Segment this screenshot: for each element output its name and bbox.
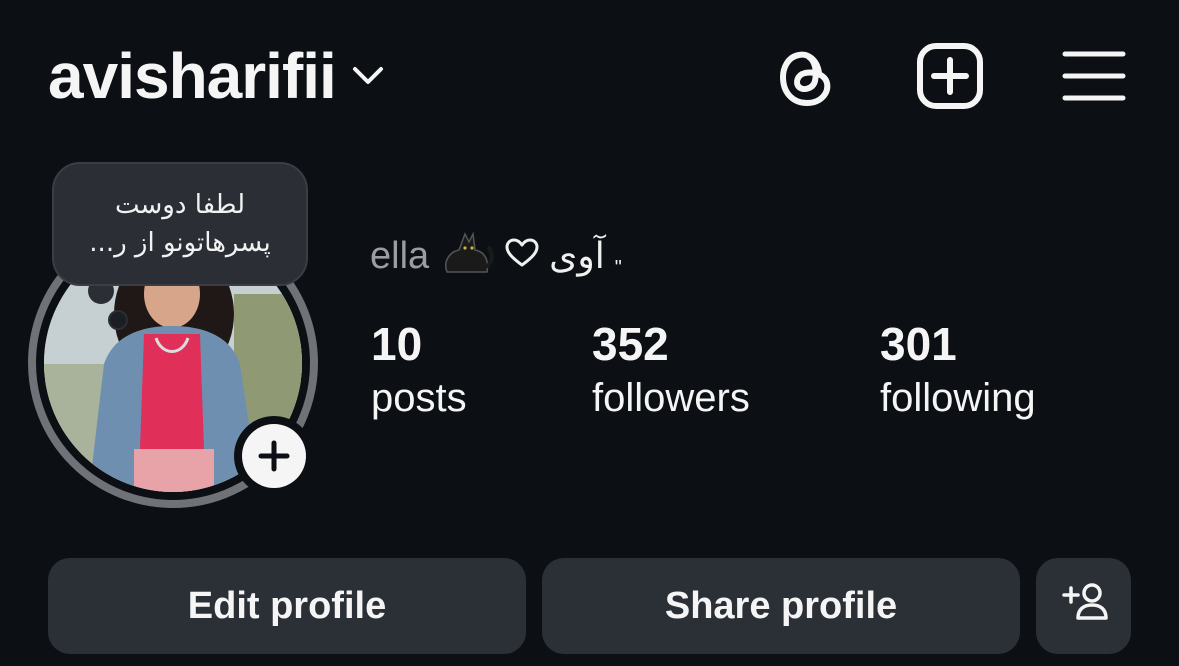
- following-label: following: [880, 376, 1036, 420]
- add-user-icon: [1060, 581, 1108, 631]
- share-profile-label: Share profile: [664, 584, 898, 627]
- cat-icon: [439, 226, 495, 286]
- create-post-icon[interactable]: [914, 40, 986, 112]
- followers-label: followers: [592, 376, 750, 420]
- note-line-2: پسرهاتونو از ر...: [89, 228, 271, 258]
- note-bubble-tail-small: [108, 310, 128, 330]
- display-name-quote: ": [614, 257, 622, 279]
- display-name-persian: آوی: [549, 236, 605, 277]
- posts-count: 10: [371, 318, 423, 370]
- display-name: ella آوی ": [370, 228, 622, 284]
- profile-page: avisharifii لطفا دوست پسرهاتونو از ر... …: [0, 0, 1179, 666]
- display-name-persian-text: آوی: [549, 235, 605, 277]
- discover-people-button[interactable]: [1036, 558, 1131, 654]
- username: avisharifii: [48, 40, 337, 112]
- followers-count: 352: [592, 318, 669, 370]
- stat-followers[interactable]: 352 followers: [592, 316, 750, 424]
- posts-label: posts: [371, 376, 467, 420]
- heart-icon: [505, 235, 539, 278]
- following-count: 301: [880, 318, 957, 370]
- note-line-1: لطفا دوست: [114, 190, 246, 220]
- chevron-down-icon: [350, 58, 386, 94]
- account-switcher[interactable]: avisharifii: [48, 36, 386, 116]
- display-name-latin: ella: [370, 234, 430, 277]
- note-bubble[interactable]: لطفا دوست پسرهاتونو از ر...: [52, 162, 308, 286]
- edit-profile-label: Edit profile: [187, 584, 387, 627]
- add-story-button[interactable]: [234, 416, 314, 496]
- share-profile-button[interactable]: Share profile: [542, 558, 1020, 654]
- stat-following[interactable]: 301 following: [880, 316, 1036, 424]
- threads-icon[interactable]: [770, 40, 842, 112]
- stat-posts[interactable]: 10 posts: [371, 316, 467, 424]
- plus-icon: [242, 424, 306, 488]
- menu-icon[interactable]: [1058, 40, 1130, 112]
- edit-profile-button[interactable]: Edit profile: [48, 558, 526, 654]
